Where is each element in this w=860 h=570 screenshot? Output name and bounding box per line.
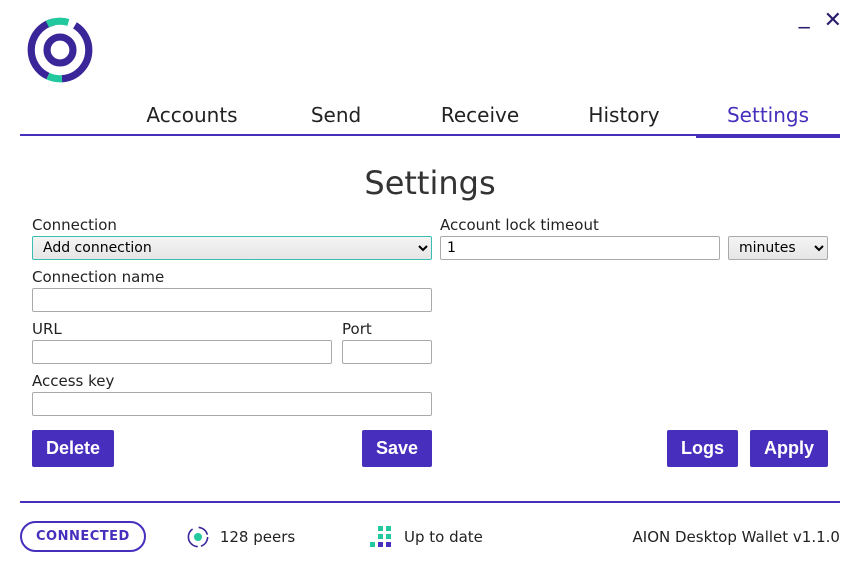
update-status-text: Up to date <box>404 528 483 546</box>
timeout-input[interactable] <box>440 236 720 260</box>
main-tabs: Accounts Send Receive History Settings <box>20 100 840 136</box>
tab-settings[interactable]: Settings <box>696 99 840 138</box>
port-input[interactable] <box>342 340 432 364</box>
access-key-label: Access key <box>32 372 432 390</box>
connection-label: Connection <box>32 216 432 234</box>
url-input[interactable] <box>32 340 332 364</box>
timeout-label: Account lock timeout <box>440 216 828 234</box>
minimize-icon[interactable]: _ <box>799 6 810 28</box>
delete-button[interactable]: Delete <box>32 430 114 467</box>
connection-name-label: Connection name <box>32 268 432 286</box>
tab-history[interactable]: History <box>552 99 696 135</box>
update-status-icon <box>370 526 392 548</box>
save-button[interactable]: Save <box>362 430 432 467</box>
close-icon[interactable]: ✕ <box>824 10 842 32</box>
access-key-input[interactable] <box>32 392 432 416</box>
tab-receive[interactable]: Receive <box>408 99 552 135</box>
tab-send[interactable]: Send <box>264 99 408 135</box>
port-label: Port <box>342 320 432 338</box>
peers-count: 128 peers <box>220 528 295 546</box>
status-badge: CONNECTED <box>20 521 146 552</box>
logs-button[interactable]: Logs <box>667 430 738 467</box>
connection-name-input[interactable] <box>32 288 432 312</box>
peers-icon <box>186 525 210 549</box>
apply-button[interactable]: Apply <box>750 430 828 467</box>
url-label: URL <box>32 320 332 338</box>
timeout-unit-select[interactable]: minutes <box>728 236 828 260</box>
app-logo-icon <box>24 14 96 86</box>
connection-select[interactable]: Add connection <box>32 236 432 260</box>
tab-accounts[interactable]: Accounts <box>120 99 264 135</box>
page-title: Settings <box>0 164 860 202</box>
version-text: AION Desktop Wallet v1.1.0 <box>633 528 840 546</box>
